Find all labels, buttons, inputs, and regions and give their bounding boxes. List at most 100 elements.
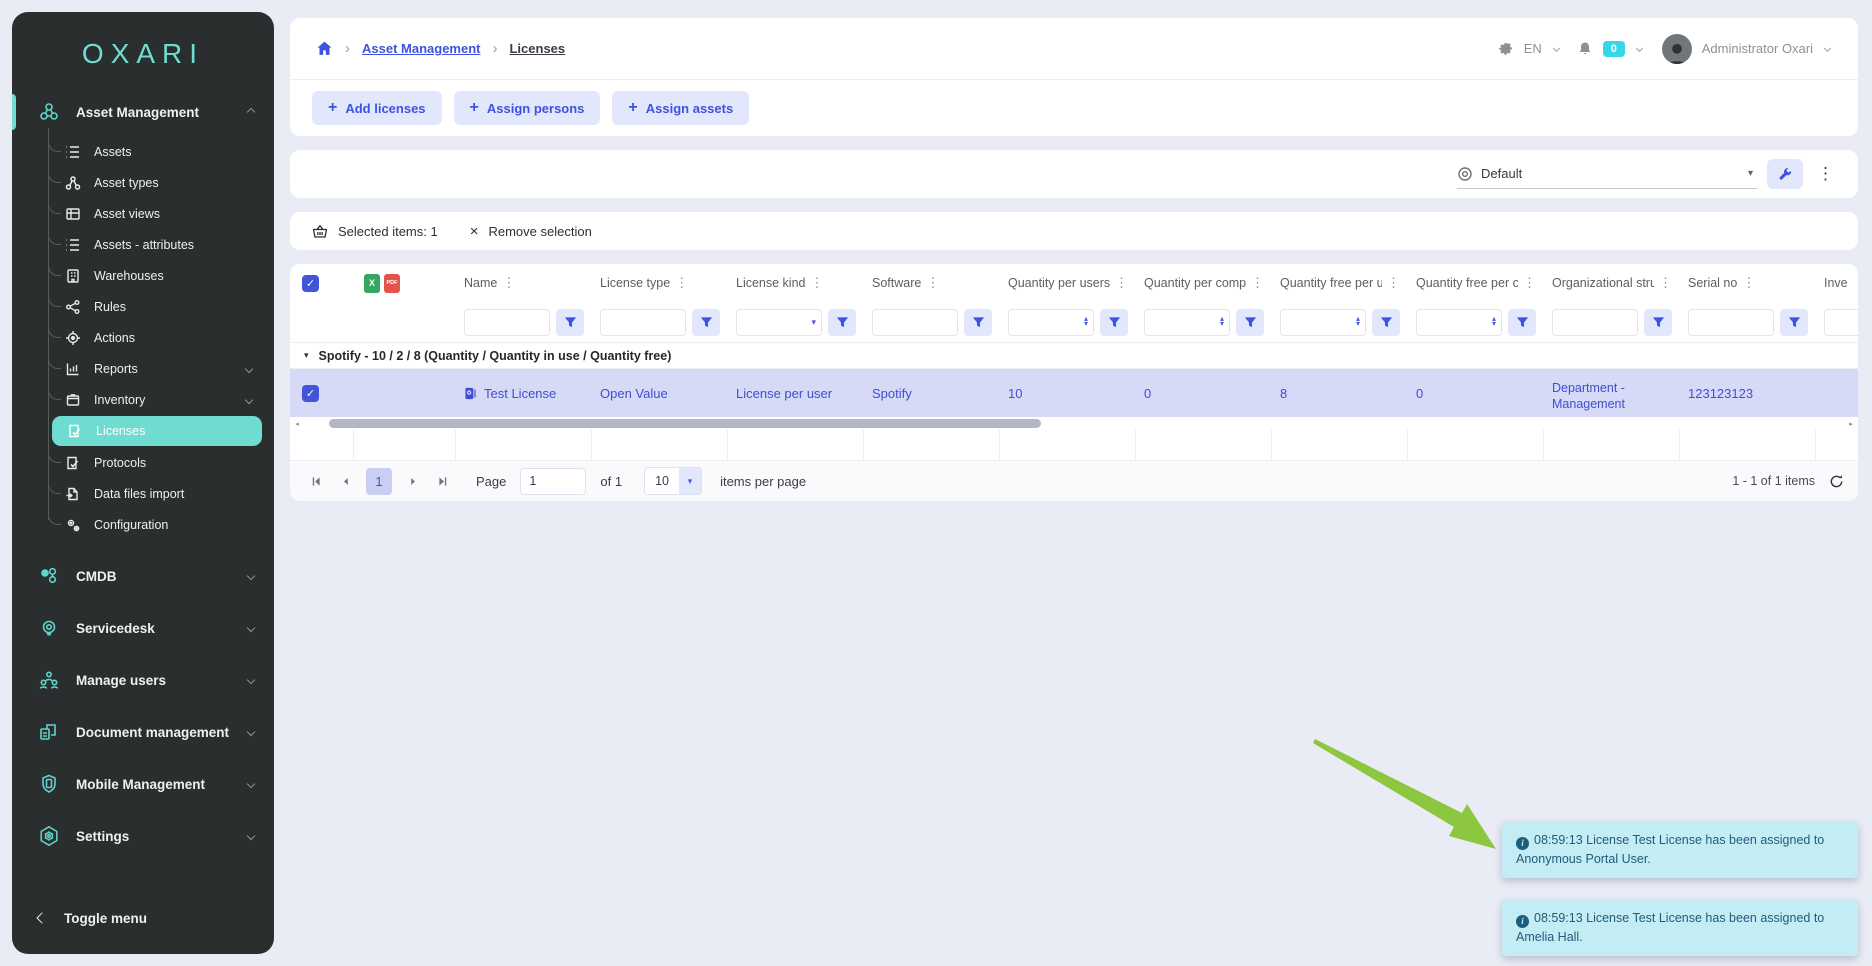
filter-funnel-button[interactable] (1372, 309, 1400, 336)
caret-down-icon[interactable]: ▾ (811, 317, 816, 328)
column-header-serial-no[interactable]: Serial no (1688, 276, 1737, 290)
assign-assets-button[interactable]: + Assign assets (612, 91, 749, 125)
filter-select-license-kind[interactable] (737, 310, 821, 335)
sidebar-item-configuration[interactable]: Configuration (12, 509, 274, 540)
column-menu-icon[interactable]: ⋮ (1251, 275, 1264, 291)
filter-funnel-button[interactable] (1644, 309, 1672, 336)
scrollbar-track[interactable] (303, 419, 1845, 428)
gear-icon[interactable] (1497, 40, 1514, 57)
previous-page-button[interactable] (334, 470, 356, 492)
select-all-checkbox[interactable]: ✓ (302, 275, 319, 292)
filter-funnel-button[interactable] (1100, 309, 1128, 336)
filter-number-quantity-per-computers[interactable] (1145, 310, 1229, 335)
chevron-down-icon (247, 572, 255, 580)
filter-funnel-button[interactable] (964, 309, 992, 336)
filter-funnel-button[interactable] (1236, 309, 1264, 336)
column-menu-icon[interactable]: ⋮ (811, 275, 824, 291)
column-menu-icon[interactable]: ⋮ (675, 275, 688, 291)
column-menu-icon[interactable]: ⋮ (1115, 275, 1128, 291)
column-header-license-type[interactable]: License type (600, 276, 670, 290)
spinner-down-icon[interactable]: ▾ (1220, 322, 1224, 327)
column-header-organizational-structure[interactable]: Organizational stru... (1552, 276, 1654, 290)
filter-funnel-button[interactable] (556, 309, 584, 336)
chevron-down-icon[interactable] (1636, 45, 1643, 52)
bell-icon[interactable] (1577, 41, 1593, 57)
excel-export-icon[interactable]: X (364, 274, 380, 293)
column-header-quantity-per-computers[interactable]: Quantity per comp... (1144, 276, 1246, 290)
toast-notification[interactable]: i08:59:13 License Test License has been … (1502, 822, 1858, 878)
home-icon[interactable] (316, 40, 333, 57)
filter-number-quantity-free-per-computers[interactable] (1417, 310, 1501, 335)
language-selector[interactable]: EN (1524, 41, 1542, 56)
column-menu-icon[interactable]: ⋮ (1742, 275, 1755, 291)
scroll-right-icon[interactable]: ▸ (1847, 420, 1855, 428)
scroll-left-icon[interactable]: ◂ (293, 420, 301, 428)
more-options-button[interactable]: ⋮ (1813, 164, 1838, 184)
sidebar-section-cmdb[interactable]: CMDB (12, 554, 274, 598)
breadcrumb-link-asset-management[interactable]: Asset Management (362, 41, 480, 56)
page-number-input[interactable] (520, 468, 586, 495)
filter-input-serial-no[interactable] (1689, 310, 1773, 335)
row-checkbox[interactable]: ✓ (302, 385, 319, 402)
group-header-row[interactable]: ▾ Spotify - 10 / 2 / 8 (Quantity / Quant… (290, 342, 1858, 369)
spinner-down-icon[interactable]: ▾ (1356, 322, 1360, 327)
add-licenses-button[interactable]: + Add licenses (312, 91, 442, 125)
sidebar-section-document-management[interactable]: Document management (12, 710, 274, 754)
filter-input-license-type[interactable] (601, 310, 685, 335)
column-header-quantity-free-per-users[interactable]: Quantity free per u... (1280, 276, 1382, 290)
toast-notification[interactable]: i08:59:13 License Test License has been … (1502, 900, 1858, 956)
filter-number-quantity-per-users[interactable] (1009, 310, 1093, 335)
filter-funnel-button[interactable] (692, 309, 720, 336)
column-header-license-kind[interactable]: License kind (736, 276, 806, 290)
column-header-inventory[interactable]: Inve (1824, 276, 1848, 290)
chevron-down-icon[interactable] (1553, 45, 1560, 52)
column-menu-icon[interactable]: ⋮ (1659, 275, 1672, 291)
filter-input-inventory[interactable] (1825, 310, 1858, 335)
breadcrumb-current-licenses[interactable]: Licenses (509, 41, 565, 56)
first-page-button[interactable] (304, 470, 326, 492)
sidebar-item-inventory[interactable]: Inventory (12, 384, 274, 415)
table-row[interactable]: ✓ Test License Open Value License per us… (290, 369, 1858, 417)
collapse-group-icon[interactable]: ▾ (304, 350, 309, 361)
last-page-button[interactable] (432, 470, 454, 492)
sidebar-item-licenses[interactable]: Licenses (52, 416, 262, 446)
column-menu-icon[interactable]: ⋮ (1387, 275, 1400, 291)
filter-number-quantity-free-per-users[interactable] (1281, 310, 1365, 335)
column-header-name[interactable]: Name (464, 276, 497, 290)
remove-selection-button[interactable]: × Remove selection (470, 223, 592, 240)
view-settings-button[interactable] (1767, 159, 1803, 189)
column-menu-icon[interactable]: ⋮ (502, 275, 515, 291)
column-header-quantity-per-users[interactable]: Quantity per users (1008, 276, 1110, 290)
next-page-button[interactable] (402, 470, 424, 492)
avatar[interactable] (1662, 34, 1692, 64)
column-menu-icon[interactable]: ⋮ (926, 275, 939, 291)
filter-input-software[interactable] (873, 310, 957, 335)
column-header-software[interactable]: Software (872, 276, 921, 290)
spinner-down-icon[interactable]: ▾ (1084, 322, 1088, 327)
user-menu[interactable]: Administrator Oxari (1702, 41, 1813, 56)
sidebar-section-servicedesk[interactable]: Servicedesk (12, 606, 274, 650)
filter-input-name[interactable] (465, 310, 549, 335)
sidebar-section-mobile-management[interactable]: Mobile Management (12, 762, 274, 806)
horizontal-scrollbar[interactable]: ◂ ▸ (290, 417, 1858, 430)
notification-badge[interactable]: 0 (1603, 41, 1625, 57)
chevron-down-icon[interactable] (1824, 45, 1831, 52)
spinner-down-icon[interactable]: ▾ (1492, 322, 1496, 327)
sidebar-section-manage-users[interactable]: Manage users (12, 658, 274, 702)
filter-input-organizational-structure[interactable] (1553, 310, 1637, 335)
cell-name[interactable]: Test License (484, 386, 556, 401)
items-per-page-select[interactable]: 10 ▾ (644, 467, 702, 495)
filter-funnel-button[interactable] (1780, 309, 1808, 336)
pdf-export-icon[interactable]: PDF (384, 274, 400, 293)
assign-persons-button[interactable]: + Assign persons (454, 91, 601, 125)
view-dropdown[interactable]: Default ▾ (1457, 159, 1757, 189)
column-menu-icon[interactable]: ⋮ (1523, 275, 1536, 291)
filter-funnel-button[interactable] (1508, 309, 1536, 336)
current-page-button[interactable]: 1 (366, 468, 392, 495)
sidebar-section-settings[interactable]: Settings (12, 814, 274, 858)
refresh-icon[interactable] (1829, 474, 1844, 489)
scrollbar-thumb[interactable] (329, 419, 1041, 428)
toggle-menu-button[interactable]: Toggle menu (12, 898, 274, 938)
filter-funnel-button[interactable] (828, 309, 856, 336)
column-header-quantity-free-per-computers[interactable]: Quantity free per c... (1416, 276, 1518, 290)
